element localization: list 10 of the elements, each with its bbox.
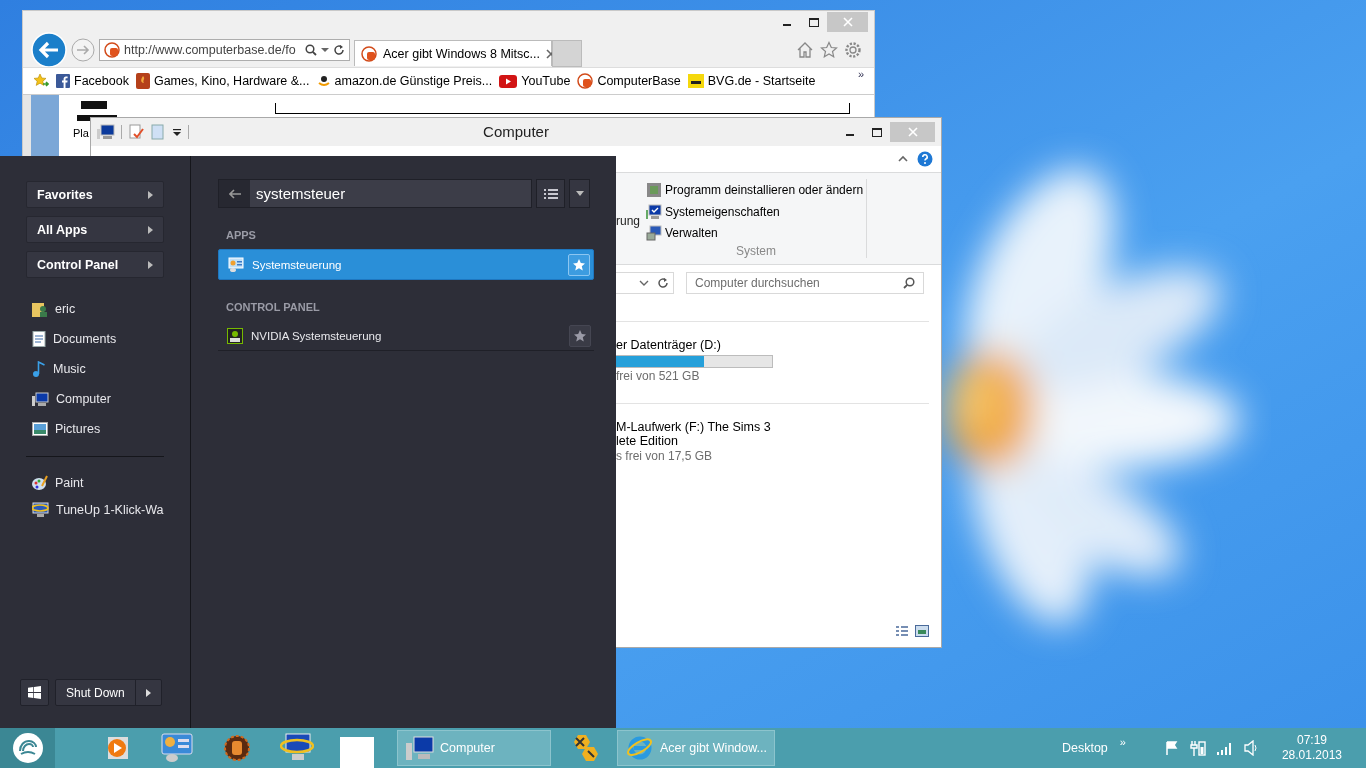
game-emblem-icon[interactable] xyxy=(223,734,251,762)
start-orb-icon xyxy=(11,732,44,764)
computer-icon xyxy=(406,735,434,761)
start-button[interactable] xyxy=(0,728,55,768)
ie-logo-icon xyxy=(626,734,654,762)
battery-plug-icon[interactable] xyxy=(1189,739,1206,757)
flag-icon[interactable] xyxy=(1163,740,1180,756)
control-panel-icon[interactable] xyxy=(161,733,193,763)
signal-bars-icon[interactable] xyxy=(1215,741,1234,755)
volume-icon[interactable] xyxy=(1243,740,1258,756)
